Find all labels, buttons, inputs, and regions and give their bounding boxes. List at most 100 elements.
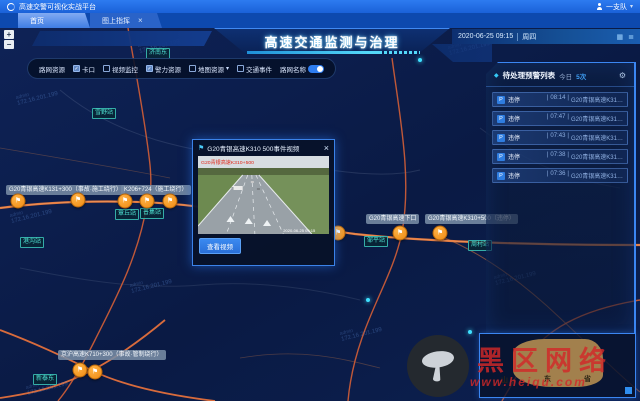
event-marker[interactable]: ⚑	[88, 365, 103, 380]
window-titlebar: 高速交警可视化实战平台 一支队 ▾	[0, 0, 640, 13]
divider	[517, 33, 518, 41]
app-title: 高速交警可视化实战平台	[19, 2, 96, 12]
user-area[interactable]: 一支队 ▾	[596, 2, 633, 12]
diamond-icon: ◆	[494, 72, 499, 79]
map-canvas[interactable]: admin172.16.201.199 admin172.16.201.199 …	[0, 28, 640, 401]
road-name-toggle-group: 路网名称	[280, 64, 324, 74]
flag-icon: ⚑	[397, 230, 403, 237]
minimap-viewport-dot	[625, 387, 632, 394]
event-label[interactable]: 京沪高速K710+300（事故·管制绕行）	[58, 350, 166, 360]
checkbox[interactable]: ✓	[73, 65, 80, 72]
alert-row[interactable]: P 违停 |07:43|G20青银高速K31…	[492, 130, 628, 145]
map-glow-dot	[366, 298, 370, 302]
layer-option-basemap[interactable]: ✓ 地图资源 ▾	[189, 64, 229, 74]
user-unit: 一支队	[606, 2, 627, 12]
alerts-today-label: 今日	[559, 71, 572, 81]
layer-option-traffic-event[interactable]: ✓ 交通事件	[237, 64, 272, 74]
chevron-down-icon[interactable]: ▾	[226, 65, 229, 72]
layer-option-checkpoint[interactable]: ✓ 卡口	[73, 64, 95, 74]
parking-icon: P	[497, 115, 505, 123]
page-title: 高速交通监测与治理	[214, 28, 450, 53]
event-label[interactable]: K206+724（施工绕行）	[121, 185, 191, 195]
layer-toolbar: 路网资源 ✓ 卡口 ✓ 视频监控 ✓ 警力资源 ✓ 地图资源 ▾ ✓ 交通事件	[27, 58, 336, 79]
event-video-popup: ⚑ G20青银高速K310 500事件视频 ×	[192, 139, 335, 266]
toggle-label: 路网名称	[280, 64, 306, 74]
event-marker[interactable]: ⚑	[163, 194, 178, 209]
alerts-panel: ◆ 待处理预警列表 今日 5次 ⚙ P 违停 |08:14|G20青银高速K31…	[486, 62, 636, 333]
checkbox[interactable]: ✓	[146, 65, 153, 72]
flag-icon: ⚑	[92, 369, 98, 376]
event-marker[interactable]: ⚑	[118, 194, 133, 209]
event-marker[interactable]: ⚑	[73, 363, 88, 378]
layer-group-label: 路网资源	[39, 64, 65, 74]
parking-icon: P	[497, 153, 505, 161]
zoom-out-button[interactable]: −	[4, 40, 14, 49]
event-label[interactable]: G20青银高速下口	[366, 214, 419, 224]
user-icon	[596, 3, 603, 10]
check-icon: ✓	[147, 66, 151, 72]
weekday-text: 周四	[522, 32, 536, 42]
grid-icon[interactable]: ▦	[617, 33, 624, 41]
close-icon[interactable]: ×	[138, 17, 143, 25]
menu-icon[interactable]: ≣	[628, 33, 634, 41]
mushroom-icon	[416, 344, 460, 388]
layer-option-police[interactable]: ✓ 警力资源	[146, 64, 181, 74]
flag-icon: ⚑	[75, 197, 81, 204]
station-label[interactable]: 新泰东	[33, 374, 57, 385]
checkbox[interactable]: ✓	[103, 65, 110, 72]
zoom-in-button[interactable]: +	[4, 30, 14, 39]
flag-icon: ⚑	[122, 198, 128, 205]
brand-watermark-text: 黑区网络	[477, 339, 613, 378]
alert-row[interactable]: P 违停 |07:36|G20青银高速K31…	[492, 168, 628, 183]
flag-icon: ⚑	[15, 198, 21, 205]
layer-option-video[interactable]: ✓ 视频监控	[103, 64, 138, 74]
event-marker[interactable]: ⚑	[433, 226, 448, 241]
header-left-bar	[32, 31, 212, 46]
highway-scene: G20青银高速K310+500 2020-06-25 09:15	[198, 156, 329, 234]
event-marker[interactable]: ⚑	[140, 194, 155, 209]
flag-icon: ⚑	[335, 230, 341, 237]
checkbox[interactable]: ✓	[189, 65, 196, 72]
road-name-toggle[interactable]	[308, 65, 324, 73]
mushroom-logo	[407, 335, 469, 397]
close-icon[interactable]: ×	[324, 144, 329, 153]
checkbox[interactable]: ✓	[237, 65, 244, 72]
event-marker[interactable]: ⚑	[71, 193, 86, 208]
app-window: 高速交警可视化实战平台 一支队 ▾ 首页 图上指挥 ×	[0, 0, 640, 401]
view-video-button[interactable]: 查看视频	[199, 238, 241, 254]
station-label[interactable]: 邹平站	[364, 236, 388, 247]
alerts-list: P 违停 |08:14|G20青银高速K31… P 违停 |07:47|G20青…	[486, 87, 634, 183]
chevron-down-icon: ▾	[630, 3, 633, 10]
tab-home[interactable]: 首页	[18, 13, 90, 28]
alert-row[interactable]: P 违停 |07:38|G20青银高速K31…	[492, 149, 628, 164]
gear-icon[interactable]: ⚙	[619, 71, 626, 80]
alerts-count: 5次	[576, 71, 586, 81]
alerts-header: ◆ 待处理预警列表 今日 5次 ⚙	[486, 63, 634, 87]
event-marker[interactable]: ⚑	[11, 194, 26, 209]
flag-icon: ⚑	[437, 230, 443, 237]
station-label[interactable]: 章丘站	[115, 209, 139, 220]
event-marker[interactable]: ⚑	[393, 226, 408, 241]
parking-icon: P	[497, 96, 505, 104]
map-glow-dot	[468, 330, 472, 334]
flag-icon: ⚑	[167, 198, 173, 205]
brand-watermark-url: www.heiqu.com	[470, 375, 587, 389]
tab-bar: 首页 图上指挥 ×	[0, 13, 640, 28]
flag-icon: ⚑	[77, 367, 83, 374]
cctv-video-frame[interactable]: G20青银高速K310+500 2020-06-25 09:15	[198, 156, 329, 234]
parking-icon: P	[497, 134, 505, 142]
camera-timestamp: 2020-06-25 09:15	[283, 228, 316, 233]
station-label[interactable]: 雪野站	[92, 108, 116, 119]
map-zoom-control: + −	[4, 30, 14, 50]
station-label[interactable]: 港沟站	[20, 237, 44, 248]
alert-row[interactable]: P 违停 |07:47|G20青银高速K31…	[492, 111, 628, 126]
station-label[interactable]: 普集站	[140, 208, 164, 219]
popup-titlebar: ⚑ G20青银高速K310 500事件视频 ×	[193, 140, 334, 155]
popup-title: G20青银高速K310 500事件视频	[207, 143, 299, 153]
header-date-bar: 2020-06-25 09:15 周四 ▦ ≣	[452, 29, 640, 44]
alert-row[interactable]: P 违停 |08:14|G20青银高速K31…	[492, 92, 628, 107]
parking-icon: P	[497, 172, 505, 180]
tab-map-command[interactable]: 图上指挥 ×	[90, 13, 162, 28]
event-label[interactable]: G20青银高速K131+300（事故·施工绕行）	[6, 185, 125, 195]
check-icon: ✓	[74, 66, 78, 72]
